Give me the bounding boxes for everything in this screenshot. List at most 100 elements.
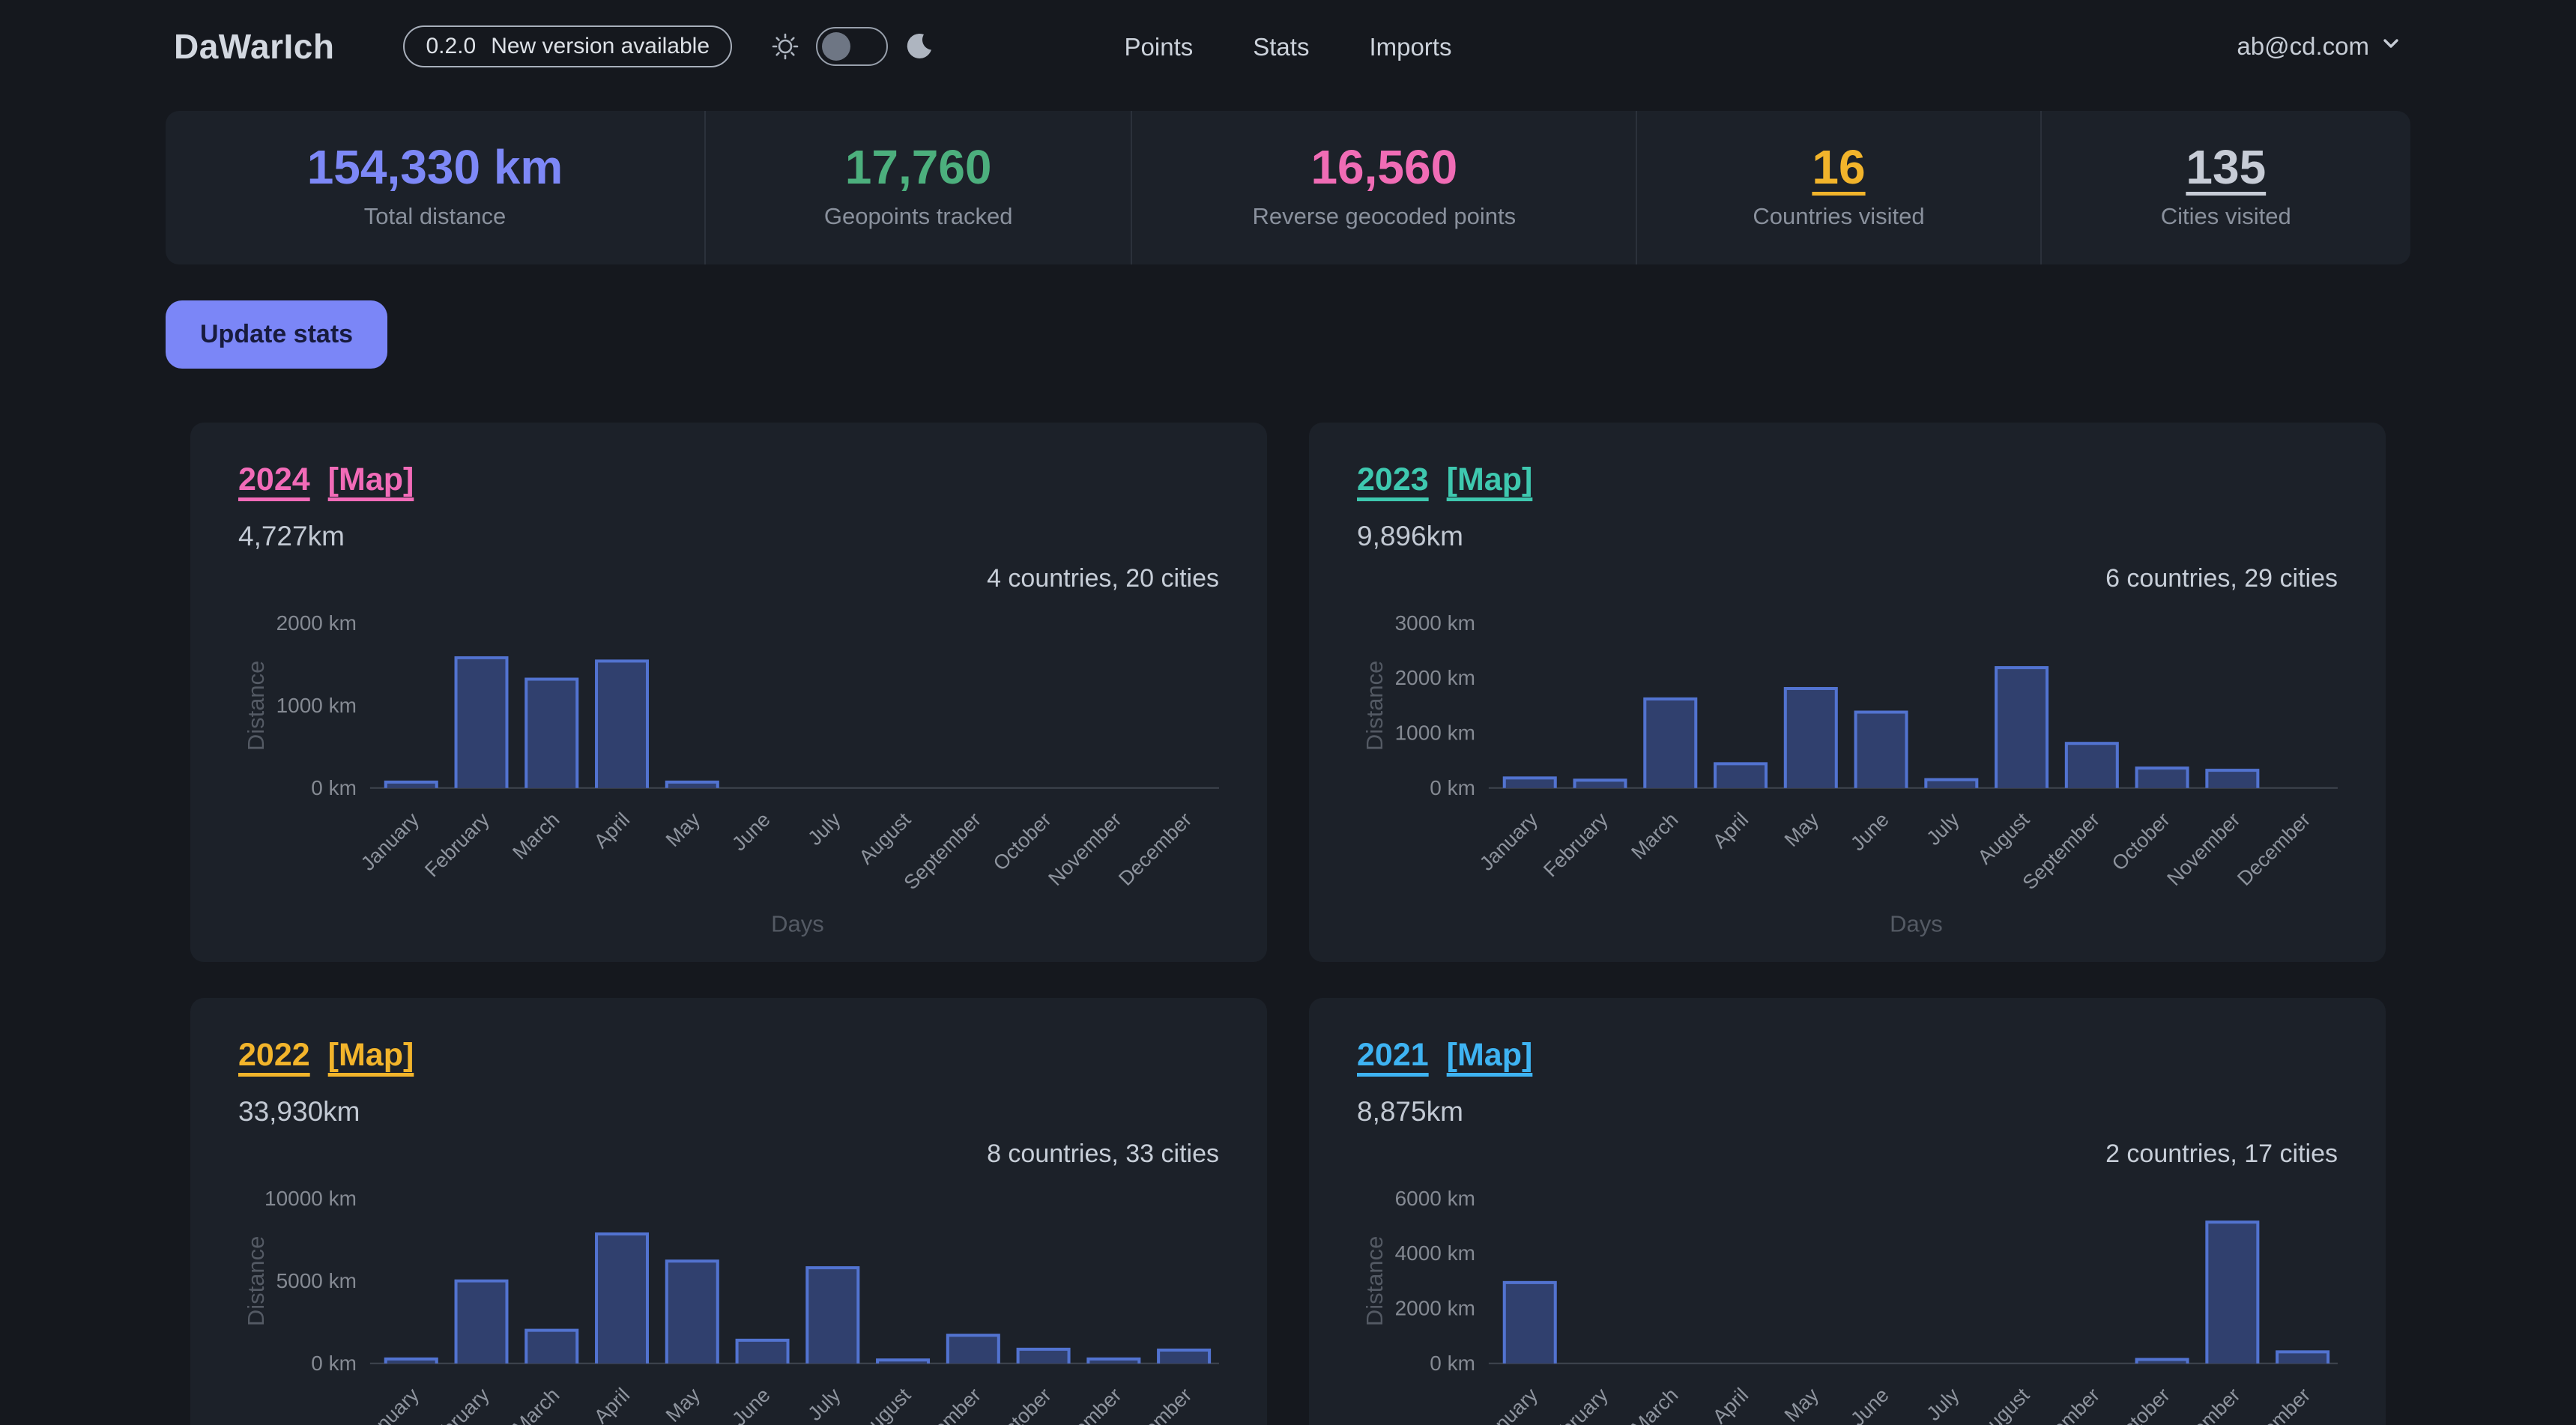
- total-distance-value: 154,330 km: [307, 142, 563, 193]
- dashboard-page: DaWarIch 0.2.0 New version available: [0, 0, 2576, 1425]
- card-title-row: 2021 [Map]: [1357, 1037, 2338, 1074]
- svg-text:May: May: [662, 808, 705, 852]
- svg-text:July: July: [803, 808, 844, 850]
- svg-text:January: January: [1475, 808, 1542, 875]
- svg-text:August: August: [855, 808, 916, 869]
- svg-text:0 km: 0 km: [311, 776, 357, 799]
- distance-bar-chart: Distance0 km1000 km2000 km3000 kmJanuary…: [1357, 596, 2338, 941]
- svg-text:September: September: [900, 1384, 986, 1425]
- svg-text:February: February: [1539, 808, 1612, 882]
- main-nav: Points Stats Imports: [1125, 33, 1452, 61]
- stat-geopoints: 17,760 Geopoints tracked: [704, 111, 1131, 264]
- stat-reverse-geocoded: 16,560 Reverse geocoded points: [1131, 111, 1636, 264]
- stat-label: Total distance: [166, 203, 704, 230]
- card-title-row: 2023 [Map]: [1357, 462, 2338, 498]
- svg-text:March: March: [508, 808, 563, 864]
- svg-text:September: September: [2019, 1384, 2105, 1425]
- year-cards-grid: 2024 [Map] 4,727km 4 countries, 20 citie…: [190, 423, 2386, 1425]
- countries-visited-link[interactable]: 16: [1812, 142, 1865, 193]
- svg-text:August: August: [855, 1383, 916, 1425]
- svg-text:January: January: [1475, 1383, 1542, 1425]
- svg-text:April: April: [1708, 808, 1753, 853]
- svg-text:5000 km: 5000 km: [276, 1269, 357, 1292]
- user-menu[interactable]: ab@cd.com: [2237, 32, 2402, 61]
- map-link-2023[interactable]: [Map]: [1447, 462, 1533, 498]
- toggle-knob: [822, 32, 850, 61]
- theme-toggle[interactable]: [816, 27, 888, 66]
- nav-stats[interactable]: Stats: [1253, 33, 1309, 61]
- year-distance: 8,875km: [1357, 1096, 2338, 1128]
- map-link-2022[interactable]: [Map]: [328, 1037, 414, 1074]
- svg-text:April: April: [590, 808, 634, 853]
- svg-text:4000 km: 4000 km: [1395, 1241, 1475, 1265]
- svg-text:2000 km: 2000 km: [276, 611, 357, 635]
- svg-text:October: October: [989, 808, 1056, 875]
- theme-toggle-cluster: [771, 27, 934, 66]
- svg-text:February: February: [420, 1383, 494, 1425]
- version-badge[interactable]: 0.2.0 New version available: [403, 25, 732, 67]
- user-email: ab@cd.com: [2237, 32, 2369, 61]
- countries-cities-summary: 4 countries, 20 cities: [238, 564, 1219, 593]
- svg-text:January: January: [357, 808, 423, 875]
- distance-bar-chart: Distance0 km2000 km4000 km6000 kmJanuary…: [1357, 1172, 2338, 1425]
- nav-points[interactable]: Points: [1125, 33, 1194, 61]
- svg-text:November: November: [2162, 1384, 2244, 1425]
- svg-text:August: August: [1974, 808, 2034, 869]
- distance-bar-chart: Distance0 km5000 km10000 kmJanuaryFebrua…: [238, 1172, 1219, 1425]
- svg-text:October: October: [989, 1384, 1056, 1425]
- map-link-2024[interactable]: [Map]: [328, 462, 414, 498]
- svg-text:0 km: 0 km: [311, 1352, 357, 1375]
- svg-text:June: June: [1846, 1384, 1893, 1425]
- svg-text:10000 km: 10000 km: [264, 1187, 357, 1210]
- svg-text:Distance: Distance: [243, 661, 269, 751]
- svg-text:July: July: [1922, 1383, 1963, 1424]
- stat-countries-visited: 16 Countries visited: [1636, 111, 2040, 264]
- year-link-2021[interactable]: 2021: [1357, 1037, 1429, 1074]
- nav-imports[interactable]: Imports: [1369, 33, 1451, 61]
- svg-text:October: October: [2108, 808, 2174, 875]
- svg-text:1000 km: 1000 km: [1395, 721, 1475, 745]
- svg-text:November: November: [1044, 808, 1125, 890]
- stat-label: Geopoints tracked: [706, 203, 1131, 230]
- svg-text:March: March: [508, 1384, 563, 1425]
- sun-icon: [771, 32, 799, 61]
- map-link-2021[interactable]: [Map]: [1447, 1037, 1533, 1074]
- cities-visited-link[interactable]: 135: [2186, 142, 2266, 193]
- stat-label: Reverse geocoded points: [1132, 203, 1636, 230]
- countries-cities-summary: 6 countries, 29 cities: [1357, 564, 2338, 593]
- distance-bar-chart: Distance0 km1000 km2000 kmJanuaryFebruar…: [238, 596, 1219, 941]
- svg-text:December: December: [2233, 1384, 2315, 1425]
- svg-text:3000 km: 3000 km: [1395, 611, 1475, 635]
- stat-total-distance: 154,330 km Total distance: [166, 111, 704, 264]
- svg-text:September: September: [2019, 808, 2105, 895]
- chevron-down-icon: [2380, 32, 2402, 61]
- svg-text:May: May: [1780, 808, 1824, 852]
- year-card-2022: 2022 [Map] 33,930km 8 countries, 33 citi…: [190, 998, 1267, 1425]
- svg-text:2000 km: 2000 km: [1395, 1296, 1475, 1319]
- svg-text:February: February: [1539, 1383, 1612, 1425]
- svg-text:June: June: [1846, 808, 1893, 856]
- year-link-2024[interactable]: 2024: [238, 462, 310, 498]
- svg-text:March: March: [1627, 1384, 1682, 1425]
- version-number: 0.2.0: [426, 34, 476, 59]
- svg-text:March: March: [1627, 808, 1682, 864]
- svg-text:May: May: [662, 1383, 705, 1425]
- svg-text:0 km: 0 km: [1430, 776, 1475, 799]
- svg-text:August: August: [1974, 1383, 2034, 1425]
- year-card-2024: 2024 [Map] 4,727km 4 countries, 20 citie…: [190, 423, 1267, 962]
- card-title-row: 2024 [Map]: [238, 462, 1219, 498]
- year-link-2023[interactable]: 2023: [1357, 462, 1429, 498]
- svg-text:December: December: [1114, 1384, 1196, 1425]
- update-stats-button[interactable]: Update stats: [166, 300, 387, 369]
- year-link-2022[interactable]: 2022: [238, 1037, 310, 1074]
- svg-text:Days: Days: [1890, 911, 1943, 937]
- svg-text:6000 km: 6000 km: [1395, 1187, 1475, 1210]
- svg-text:2000 km: 2000 km: [1395, 666, 1475, 689]
- svg-text:Days: Days: [771, 911, 824, 937]
- card-title-row: 2022 [Map]: [238, 1037, 1219, 1074]
- version-message: New version available: [491, 34, 710, 59]
- year-card-2023: 2023 [Map] 9,896km 6 countries, 29 citie…: [1309, 423, 2386, 962]
- app-logo[interactable]: DaWarIch: [174, 26, 334, 67]
- stat-label: Cities visited: [2042, 203, 2410, 230]
- moon-icon: [904, 31, 934, 61]
